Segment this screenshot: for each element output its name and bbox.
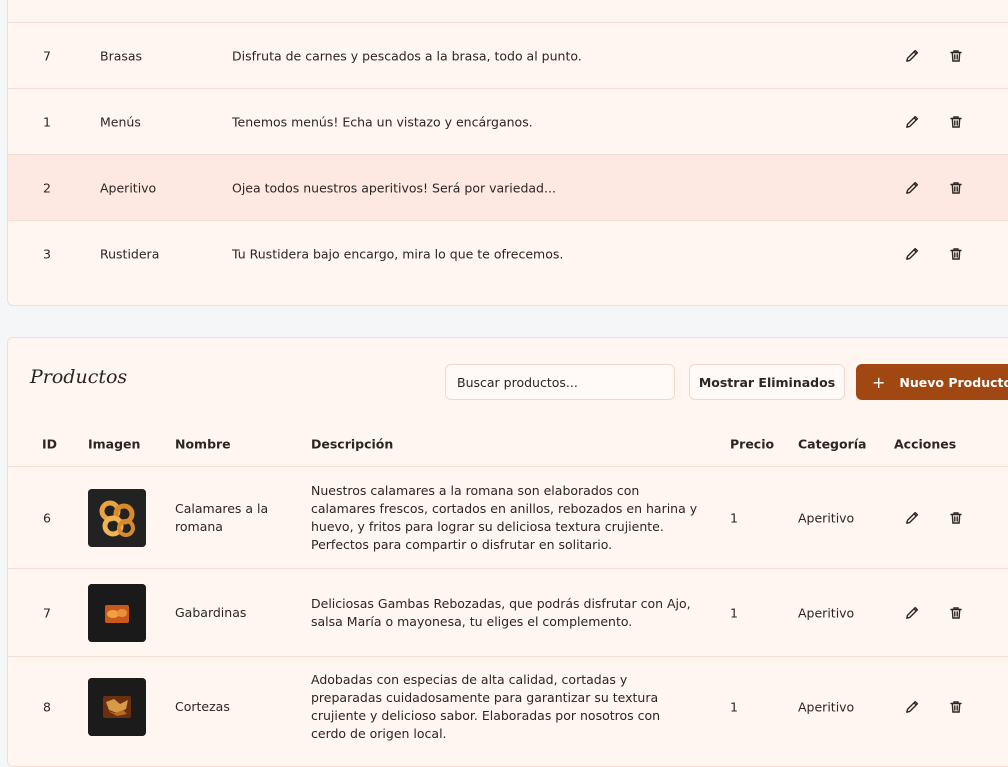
product-price: 1 bbox=[730, 510, 738, 526]
products-title: Productos bbox=[30, 366, 128, 388]
product-price: 1 bbox=[730, 605, 738, 621]
pencil-icon[interactable] bbox=[904, 699, 920, 715]
product-name-line: Gabardinas bbox=[175, 605, 247, 620]
product-name: Gabardinas bbox=[175, 604, 246, 622]
table-row: 3 Rustidera Tu Rustidera bajo encargo, mir… bbox=[8, 220, 1008, 287]
gambas-photo bbox=[88, 584, 146, 642]
pencil-icon[interactable] bbox=[904, 605, 920, 621]
cortezas-photo bbox=[88, 678, 146, 736]
header-id: ID bbox=[42, 436, 58, 452]
product-category: Aperitivo bbox=[798, 699, 855, 715]
category-name: Aperitivo bbox=[100, 180, 157, 196]
product-description-line: calamares frescos, cortados en anillos, … bbox=[311, 501, 698, 516]
category-description: Tu Rustidera bajo encargo, mira lo que t… bbox=[232, 246, 564, 262]
trash-icon[interactable] bbox=[948, 699, 964, 715]
trash-icon[interactable] bbox=[948, 510, 964, 526]
product-category: Aperitivo bbox=[798, 510, 855, 526]
table-row: 7 Gabardinas Deliciosas Gambas Rebozadas, … bbox=[8, 568, 1008, 657]
show-deleted-button[interactable]: Mostrar Eliminados bbox=[689, 364, 845, 400]
product-id: 8 bbox=[43, 699, 51, 715]
product-description-line: cerdo de origen local. bbox=[311, 726, 447, 741]
category-name: Menús bbox=[100, 114, 141, 130]
category-id: 2 bbox=[43, 180, 51, 196]
table-row: 2 Aperitivo Ojea todos nuestros aperitivos… bbox=[8, 154, 1008, 221]
trash-icon[interactable] bbox=[948, 48, 964, 64]
product-name: Cortezas bbox=[175, 698, 230, 716]
product-category: Aperitivo bbox=[798, 605, 855, 621]
pencil-icon[interactable] bbox=[904, 48, 920, 64]
trash-icon[interactable] bbox=[948, 114, 964, 130]
pencil-icon[interactable] bbox=[904, 114, 920, 130]
trash-icon[interactable] bbox=[948, 180, 964, 196]
product-description-line: Perfectos para compartir o disfrutar en … bbox=[311, 537, 613, 552]
pencil-icon[interactable] bbox=[904, 510, 920, 526]
header-description: Descripción bbox=[311, 436, 394, 452]
product-name-line: romana bbox=[175, 519, 223, 534]
pencil-icon[interactable] bbox=[904, 246, 920, 262]
category-id: 1 bbox=[43, 114, 51, 130]
product-description-line: crujiente y delicioso sabor. Elaboradas … bbox=[311, 708, 661, 723]
category-description: Tenemos menús! Echa un vistazo y encárga… bbox=[232, 114, 533, 130]
header-actions: Acciones bbox=[894, 436, 957, 452]
trash-icon[interactable] bbox=[948, 605, 964, 621]
pencil-icon[interactable] bbox=[904, 180, 920, 196]
product-description: Nuestros calamares a la romana son elabo… bbox=[311, 482, 697, 554]
trash-icon[interactable] bbox=[948, 246, 964, 262]
product-description-line: huevo, y fritos para lograr su deliciosa… bbox=[311, 519, 664, 534]
product-description-line: Deliciosas Gambas Rebozadas, que podrás … bbox=[311, 596, 691, 611]
category-id: 7 bbox=[43, 48, 51, 64]
header-category: Categoría bbox=[798, 436, 867, 452]
product-name: Calamares a la romana bbox=[175, 500, 268, 536]
table-row: 1 Menús Tenemos menús! Echa un vistazo y e… bbox=[8, 88, 1008, 155]
product-id: 7 bbox=[43, 605, 51, 621]
product-description: Adobadas con especias de alta calidad, c… bbox=[311, 671, 660, 743]
products-table-header: ID Imagen Nombre Descripción Precio Cate… bbox=[8, 422, 1008, 466]
product-id: 6 bbox=[43, 510, 51, 526]
new-product-button[interactable]: + Nuevo Producto bbox=[856, 364, 1008, 400]
category-id: 3 bbox=[43, 246, 51, 262]
product-description-line: salsa María o mayonesa, tu eliges el com… bbox=[311, 614, 633, 629]
product-name-line: Cortezas bbox=[175, 699, 230, 714]
product-description-line: Nuestros calamares a la romana son elabo… bbox=[311, 483, 640, 498]
product-name-line: Calamares a la bbox=[175, 501, 269, 516]
table-row: 8 Cortezas Adobadas con especias de alta c… bbox=[8, 656, 1008, 757]
calamares-photo bbox=[88, 489, 146, 547]
plus-icon: + bbox=[872, 372, 886, 392]
category-name: Brasas bbox=[100, 48, 143, 64]
table-row: 7 Brasas Disfruta de carnes y pescados a l… bbox=[8, 22, 1008, 89]
product-price: 1 bbox=[730, 699, 738, 715]
category-description: Ojea todos nuestros aperitivos! Será por… bbox=[232, 180, 556, 196]
header-image: Imagen bbox=[88, 436, 141, 452]
product-description-line: preparadas cuidadosamente para garantiza… bbox=[311, 690, 659, 705]
category-name: Rustidera bbox=[100, 246, 160, 262]
header-name: Nombre bbox=[175, 436, 231, 452]
product-description-line: Adobadas con especias de alta calidad, c… bbox=[311, 672, 628, 687]
table-row: 6 Calamares a la romana Nuestros calamares … bbox=[8, 466, 1008, 569]
new-product-label: Nuevo Producto bbox=[899, 374, 1008, 390]
product-description: Deliciosas Gambas Rebozadas, que podrás … bbox=[311, 595, 691, 631]
search-products-input[interactable] bbox=[445, 364, 675, 400]
category-description: Disfruta de carnes y pescados a la brasa… bbox=[232, 48, 582, 64]
products-card: Productos Mostrar Eliminados + Nuevo Pro… bbox=[7, 337, 1008, 767]
header-price: Precio bbox=[730, 436, 775, 452]
categories-card: 7 Brasas Disfruta de carnes y pescados a l… bbox=[7, 0, 1008, 306]
